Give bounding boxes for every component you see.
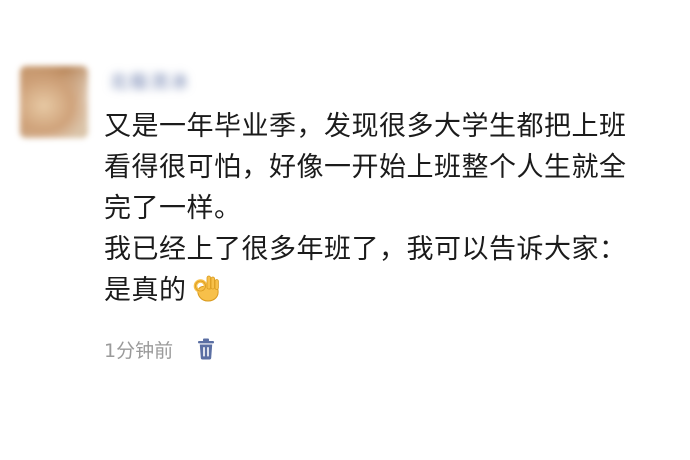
- username[interactable]: 北极流冰: [110, 68, 222, 94]
- post-meta: 1分钟前: [104, 336, 217, 362]
- post-content: 又是一年毕业季，发现很多大学生都把上班 看得很可怕，好像一开始上班整个人生就全 …: [104, 106, 674, 311]
- content-line: 看得很可怕，好像一开始上班整个人生就全: [104, 152, 627, 183]
- ok-hand-emoji-icon: [191, 273, 221, 315]
- content-line: 完了一样。: [104, 193, 242, 224]
- content-line-text: 是真的: [104, 275, 187, 306]
- avatar[interactable]: [20, 66, 88, 138]
- trash-icon[interactable]: [196, 338, 216, 360]
- comment-post: 北极流冰 又是一年毕业季，发现很多大学生都把上班 看得很可怕，好像一开始上班整个…: [0, 0, 690, 460]
- content-line-last: 是真的: [104, 270, 674, 311]
- delete-button[interactable]: [195, 337, 217, 361]
- content-line: 又是一年毕业季，发现很多大学生都把上班: [104, 111, 627, 142]
- content-line: 我已经上了很多年班了，我可以告诉大家：: [104, 234, 627, 265]
- username-text[interactable]: 北极流冰: [110, 68, 190, 94]
- timestamp: 1分钟前: [104, 339, 174, 362]
